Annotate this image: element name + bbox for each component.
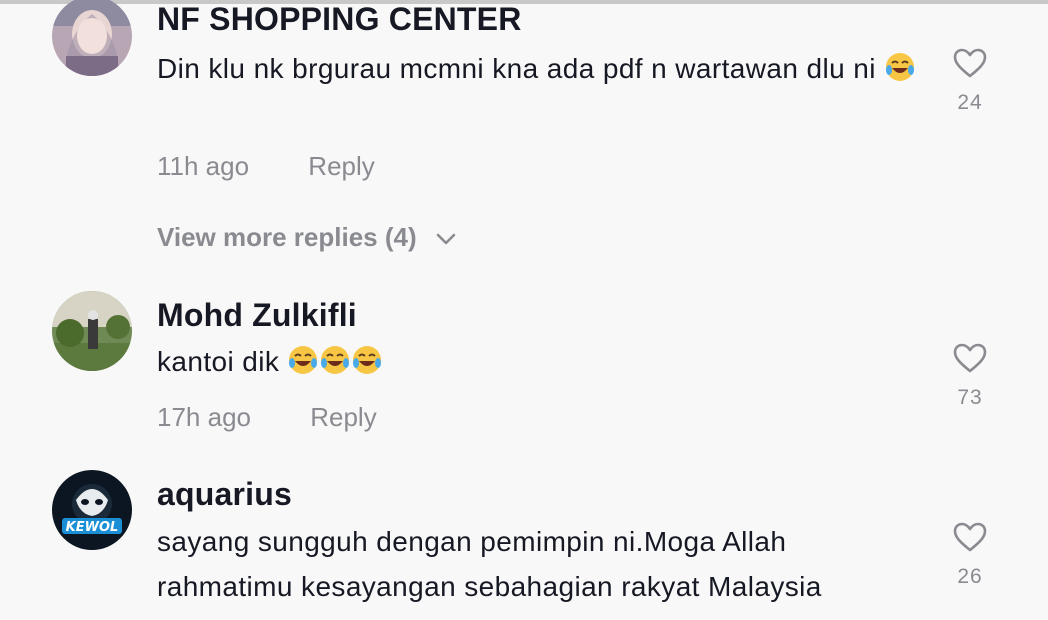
heart-outline-icon: [953, 48, 987, 78]
view-more-replies-button[interactable]: View more replies (4): [157, 222, 456, 253]
avatar[interactable]: [52, 291, 132, 371]
like-button[interactable]: 73: [947, 342, 993, 410]
heart-outline-icon: [953, 343, 987, 373]
reply-button[interactable]: Reply: [310, 402, 376, 432]
comment-timestamp: 11h ago: [157, 151, 250, 181]
comment-username[interactable]: aquarius: [157, 476, 292, 513]
comment-emoji: [884, 53, 916, 84]
chevron-down-icon: [436, 233, 456, 245]
face-with-tears-of-joy-icon: [353, 346, 382, 374]
comment-text: Din klu nk brgurau mcmni kna ada pdf n w…: [157, 46, 927, 91]
comment-timestamp: 17h ago: [157, 402, 251, 432]
face-with-tears-of-joy-icon: [886, 53, 915, 81]
comment-username[interactable]: NF SHOPPING CENTER: [157, 1, 522, 38]
comment-text: kantoi dik: [157, 339, 927, 384]
like-count: 73: [957, 386, 983, 409]
avatar-logo-text: KEWOL: [66, 520, 119, 535]
like-count: 26: [957, 565, 983, 588]
avatar[interactable]: [52, 0, 132, 76]
face-with-tears-of-joy-icon: [289, 346, 318, 374]
comment-meta: 17h ago Reply: [157, 402, 377, 433]
comment-text: sayang sungguh dengan pemimpin ni.Moga A…: [157, 526, 822, 602]
avatar[interactable]: KEWOL: [52, 470, 132, 550]
comment-meta: 11h ago Reply: [157, 151, 375, 182]
like-button[interactable]: 26: [947, 521, 993, 589]
heart-outline-icon: [953, 522, 987, 552]
comment-emoji: [287, 346, 383, 377]
face-with-tears-of-joy-icon: [321, 346, 350, 374]
like-count: 24: [957, 91, 983, 114]
like-button[interactable]: 24: [947, 47, 993, 115]
reply-button[interactable]: Reply: [308, 151, 374, 181]
comment-username[interactable]: Mohd Zulkifli: [157, 297, 357, 334]
